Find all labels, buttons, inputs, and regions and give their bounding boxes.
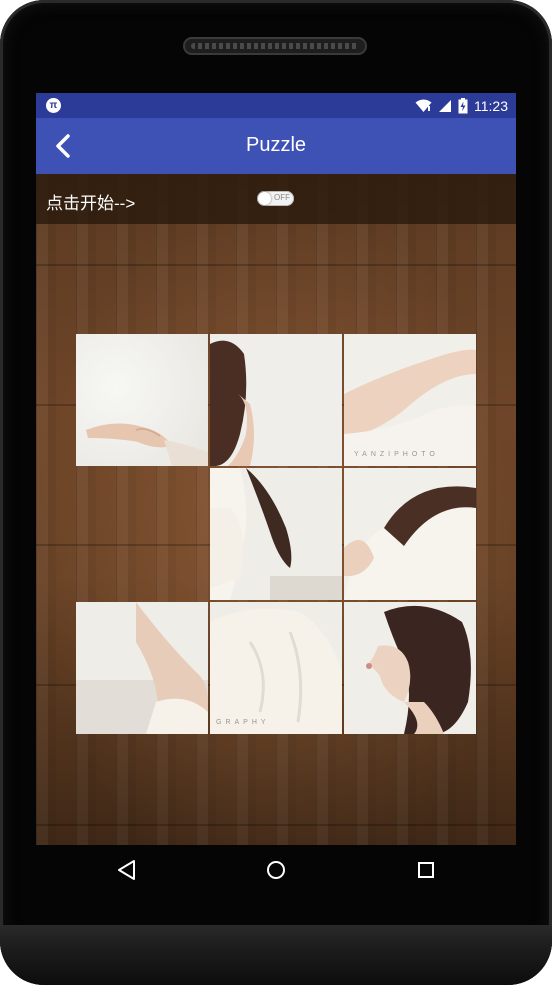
toggle-state-text: OFF [274,193,290,202]
tile-image-arm [344,334,476,466]
puzzle-tile-7[interactable] [76,602,208,734]
cell-signal-icon [439,100,451,112]
puzzle-tile-5[interactable] [210,468,342,600]
puzzle-tile-8[interactable]: GRAPHY [210,602,342,734]
tile-image-dress [210,468,342,600]
speaker-grille [183,37,367,55]
wifi-icon [415,99,432,112]
puzzle-empty-slot[interactable] [76,468,208,600]
puzzle-tile-2[interactable] [210,334,342,466]
status-bar: π 11:23 [36,93,516,118]
tile-image-hand [76,334,208,466]
tile-image-face [344,602,476,734]
bottom-bezel [0,925,552,985]
puzzle-tile-6[interactable] [344,468,476,600]
recents-square-icon [418,862,434,878]
tile-image-shoulder [344,468,476,600]
page-title: Puzzle [245,134,307,156]
start-label: 点击开始--> [46,194,136,213]
watermark-caption-2: GRAPHY [216,719,270,726]
puzzle-tile-3[interactable]: YANZIPHOTO [344,334,476,466]
app-notification-icon: π [46,98,61,113]
nav-home-button[interactable] [263,858,289,882]
tile-image-hair [210,334,342,466]
nav-back-button[interactable] [114,858,140,882]
phone-frame: π 11:23 Puzzle 点击开始--> OFF YANZIPHOTO GR… [0,0,552,985]
watermark-caption: YANZIPHOTO [354,451,439,458]
status-time: 11:23 [474,98,508,114]
back-triangle-icon [118,860,135,880]
nav-recents-button[interactable] [413,858,439,882]
puzzle-tile-1[interactable] [76,334,208,466]
status-icons: 11:23 [415,96,508,116]
battery-icon [458,98,468,114]
tile-image-sleeve [76,602,208,734]
puzzle-board: YANZIPHOTO GRAPHY [76,334,476,734]
control-bar: 点击开始--> OFF [36,174,516,224]
start-toggle[interactable]: OFF [257,191,294,206]
screen: π 11:23 Puzzle 点击开始--> OFF YANZIPHOTO GR… [36,93,516,845]
puzzle-tile-9[interactable] [344,602,476,734]
home-circle-icon [267,861,285,879]
nav-bar [36,845,516,895]
app-bar: Puzzle [36,118,516,174]
toggle-knob [258,192,271,205]
tile-image-skirt [210,602,342,734]
